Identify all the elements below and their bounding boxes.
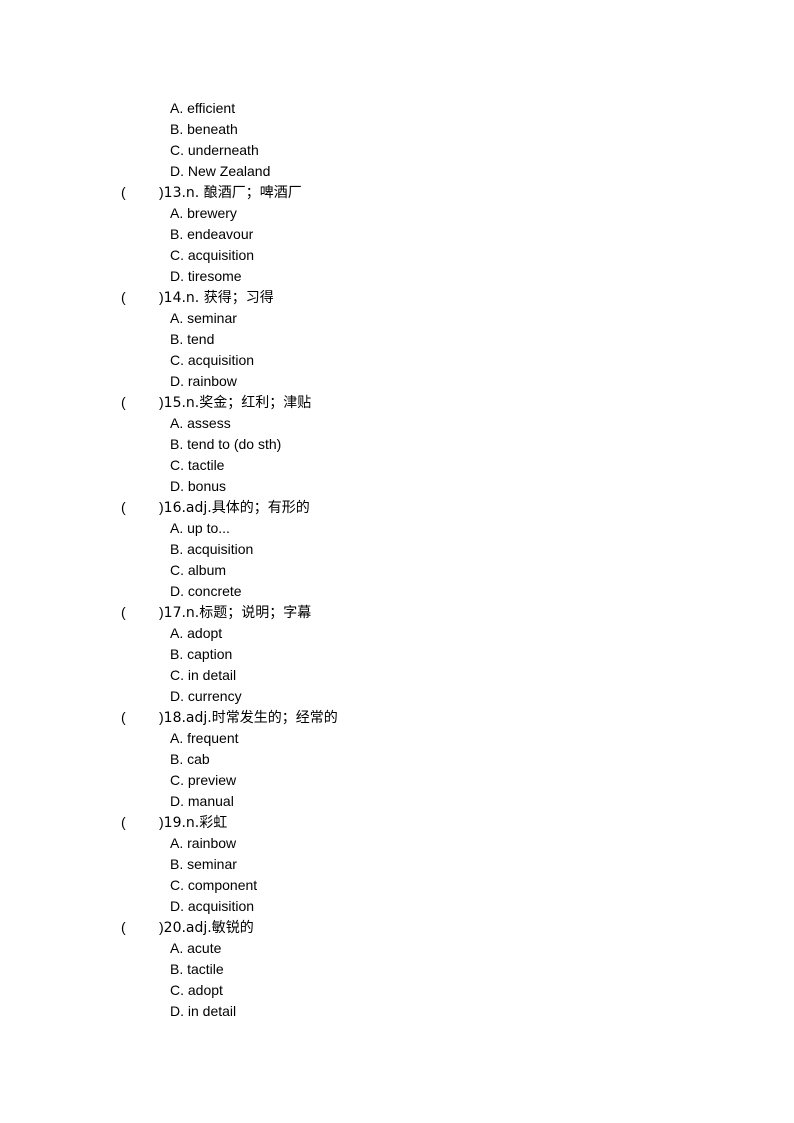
question-stem-text: 15.n.奖金；红利；津贴: [163, 395, 312, 411]
option-line: A. efficient: [170, 100, 236, 116]
question-block-20: () 20.adj.敏锐的 A. acute B. tactile C. adop…: [0, 917, 794, 1022]
question-stem-row[interactable]: () 16.adj.具体的；有形的: [0, 497, 794, 518]
option-line[interactable]: D. in detail: [0, 1001, 794, 1022]
question-stem-row[interactable]: () 18.adj.时常发生的；经常的: [0, 707, 794, 728]
answer-blank-open-paren[interactable]: (: [121, 917, 159, 938]
question-block-13: () 13.n. 酿酒厂；啤酒厂 A. brewery B. endeavour …: [0, 182, 794, 287]
option-line[interactable]: D. rainbow: [0, 371, 794, 392]
option-line[interactable]: A. brewery: [0, 203, 794, 224]
question-stem-row[interactable]: () 17.n.标题；说明；字幕: [0, 602, 794, 623]
option-line[interactable]: A. rainbow: [0, 833, 794, 854]
question-stem-text: 13.n. 酿酒厂；啤酒厂: [163, 185, 302, 201]
question-stem-row[interactable]: () 14.n. 获得；习得: [0, 287, 794, 308]
question-stem-text: 14.n. 获得；习得: [163, 290, 274, 306]
option-line[interactable]: C. acquisition: [0, 350, 794, 371]
question-block-17: () 17.n.标题；说明；字幕 A. adopt B. caption C. i…: [0, 602, 794, 707]
question-stem-text: 16.adj.具体的；有形的: [163, 500, 310, 516]
option-line[interactable]: C. tactile: [0, 455, 794, 476]
question-block-18: () 18.adj.时常发生的；经常的 A. frequent B. cab C.…: [0, 707, 794, 812]
answer-blank-open-paren[interactable]: (: [121, 287, 159, 308]
answer-blank-open-paren[interactable]: (: [121, 602, 159, 623]
option-line[interactable]: D. tiresome: [0, 266, 794, 287]
orphan-option-group: A. efficient B. beneath C. underneath D.…: [0, 98, 794, 182]
option-line[interactable]: A. assess: [0, 413, 794, 434]
question-stem-text: 18.adj.时常发生的；经常的: [163, 710, 338, 726]
option-line[interactable]: A. acute: [0, 938, 794, 959]
option-line[interactable]: D. manual: [0, 791, 794, 812]
question-stem-row[interactable]: () 20.adj.敏锐的: [0, 917, 794, 938]
question-stem-text: 20.adj.敏锐的: [163, 920, 254, 936]
option-line[interactable]: C. adopt: [0, 980, 794, 1001]
question-stem-text: 17.n.标题；说明；字幕: [163, 605, 312, 621]
option-line[interactable]: B. acquisition: [0, 539, 794, 560]
answer-blank-open-paren[interactable]: (: [121, 707, 159, 728]
answer-blank-open-paren[interactable]: (: [121, 392, 159, 413]
option-line: C. underneath: [170, 142, 259, 158]
option-line[interactable]: C. component: [0, 875, 794, 896]
option-line[interactable]: A. up to...: [0, 518, 794, 539]
option-line[interactable]: B. cab: [0, 749, 794, 770]
option-line[interactable]: B. caption: [0, 644, 794, 665]
option-line[interactable]: C. in detail: [0, 665, 794, 686]
option-line[interactable]: A. adopt: [0, 623, 794, 644]
option-line[interactable]: B. tactile: [0, 959, 794, 980]
question-stem-row[interactable]: () 19.n.彩虹: [0, 812, 794, 833]
question-block-19: () 19.n.彩虹 A. rainbow B. seminar C. compo…: [0, 812, 794, 917]
option-line: B. beneath: [170, 121, 238, 137]
question-block-15: () 15.n.奖金；红利；津贴 A. assess B. tend to (do…: [0, 392, 794, 497]
question-stem-row[interactable]: () 15.n.奖金；红利；津贴: [0, 392, 794, 413]
question-stem-row[interactable]: () 13.n. 酿酒厂；啤酒厂: [0, 182, 794, 203]
option-line[interactable]: D. currency: [0, 686, 794, 707]
question-block-14: () 14.n. 获得；习得 A. seminar B. tend C. acqu…: [0, 287, 794, 392]
answer-blank-open-paren[interactable]: (: [121, 182, 159, 203]
option-line[interactable]: B. endeavour: [0, 224, 794, 245]
option-line[interactable]: C. acquisition: [0, 245, 794, 266]
option-line[interactable]: B. tend to (do sth): [0, 434, 794, 455]
option-line: D. New Zealand: [170, 163, 271, 179]
option-line[interactable]: A. frequent: [0, 728, 794, 749]
worksheet-page: A. efficient B. beneath C. underneath D.…: [0, 0, 794, 1123]
option-line[interactable]: B. tend: [0, 329, 794, 350]
option-line[interactable]: D. bonus: [0, 476, 794, 497]
option-line[interactable]: D. concrete: [0, 581, 794, 602]
answer-blank-open-paren[interactable]: (: [121, 497, 159, 518]
option-line[interactable]: C. album: [0, 560, 794, 581]
question-block-16: () 16.adj.具体的；有形的 A. up to... B. acquisit…: [0, 497, 794, 602]
option-line[interactable]: C. preview: [0, 770, 794, 791]
option-line[interactable]: D. acquisition: [0, 896, 794, 917]
worksheet-body: A. efficient B. beneath C. underneath D.…: [0, 98, 794, 1022]
option-line[interactable]: B. seminar: [0, 854, 794, 875]
option-line[interactable]: A. seminar: [0, 308, 794, 329]
question-stem-text: 19.n.彩虹: [163, 815, 228, 831]
answer-blank-open-paren[interactable]: (: [121, 812, 159, 833]
